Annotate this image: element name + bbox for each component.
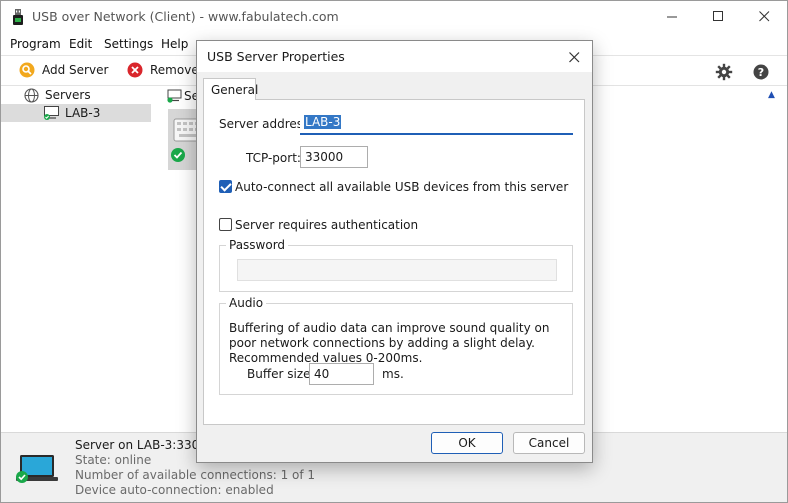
status-connections: Number of available connections: 1 of 1: [75, 468, 316, 482]
tab-general[interactable]: General: [203, 78, 258, 100]
status-title: Server on LAB-3:33000: [75, 438, 215, 452]
audio-group-title: Audio: [226, 296, 267, 310]
auth-label: Server requires authentication: [235, 218, 419, 232]
tree-root-label: Servers: [45, 88, 91, 102]
add-server-button[interactable]: Add Server: [19, 62, 108, 78]
status-auto-connection: Device auto-connection: enabled: [75, 483, 274, 497]
menu-settings[interactable]: Settings: [104, 37, 153, 51]
dialog-title: USB Server Properties: [207, 49, 345, 64]
remove-server-icon: [127, 62, 143, 78]
usb-server-properties-dialog: USB Server Properties General Server add…: [196, 40, 593, 463]
close-window-button[interactable]: [741, 1, 787, 32]
menu-program[interactable]: Program: [10, 37, 61, 51]
buffer-unit: ms.: [382, 367, 404, 381]
title-bar: USB over Network (Client) - www.fabulate…: [1, 1, 787, 32]
buffer-size-input[interactable]: [309, 363, 374, 385]
help-icon[interactable]: ?: [752, 63, 770, 81]
server-address-input[interactable]: LAB-3: [300, 113, 573, 135]
add-server-icon: [19, 62, 35, 78]
dialog-title-bar: USB Server Properties: [197, 41, 592, 72]
gear-icon[interactable]: [715, 63, 733, 81]
server-tree: Servers LAB-3: [1, 87, 159, 432]
password-group-title: Password: [226, 238, 289, 252]
password-group: Password: [219, 238, 573, 292]
server-address-value: LAB-3: [304, 115, 342, 129]
server-icon: [44, 106, 59, 120]
window-title: USB over Network (Client) - www.fabulate…: [32, 9, 339, 24]
ok-button[interactable]: OK: [431, 432, 503, 454]
minimize-icon: [666, 16, 677, 18]
audio-description: Buffering of audio data can improve soun…: [229, 321, 550, 365]
menu-help[interactable]: Help: [161, 37, 188, 51]
tree-item-label: LAB-3: [65, 106, 101, 120]
svg-text:?: ?: [758, 66, 764, 79]
menu-edit[interactable]: Edit: [69, 37, 92, 51]
audio-group: Audio Buffering of audio data can improv…: [219, 296, 573, 395]
globe-icon: [24, 87, 39, 103]
server-header-icon: [167, 89, 182, 103]
tree-item-lab-3[interactable]: LAB-3: [1, 104, 151, 122]
auto-connect-label: Auto-connect all available USB devices f…: [235, 180, 569, 194]
maximize-button[interactable]: [695, 1, 741, 32]
auto-connect-checkbox[interactable]: [219, 180, 232, 193]
laptop-icon: [16, 455, 58, 483]
password-input: [237, 259, 557, 281]
buffer-size-label: Buffer size:: [247, 367, 315, 381]
cancel-button[interactable]: Cancel: [513, 432, 585, 454]
minimize-button[interactable]: [649, 1, 695, 32]
close-icon: [758, 11, 769, 22]
maximize-icon: [712, 11, 723, 21]
collapse-icon[interactable]: ▲: [768, 90, 775, 100]
usb-plug-icon: [13, 9, 23, 25]
dialog-close-button[interactable]: [564, 47, 584, 67]
add-server-label: Add Server: [42, 63, 109, 77]
tcp-port-label: TCP-port:: [246, 151, 301, 165]
general-tab-panel: Server address: LAB-3 TCP-port: Auto-con…: [203, 99, 585, 425]
tree-root-servers[interactable]: Servers: [24, 87, 91, 103]
auth-checkbox[interactable]: [219, 218, 232, 231]
status-state: State: online: [75, 453, 152, 467]
tcp-port-input[interactable]: [300, 146, 368, 168]
close-icon: [568, 51, 579, 62]
